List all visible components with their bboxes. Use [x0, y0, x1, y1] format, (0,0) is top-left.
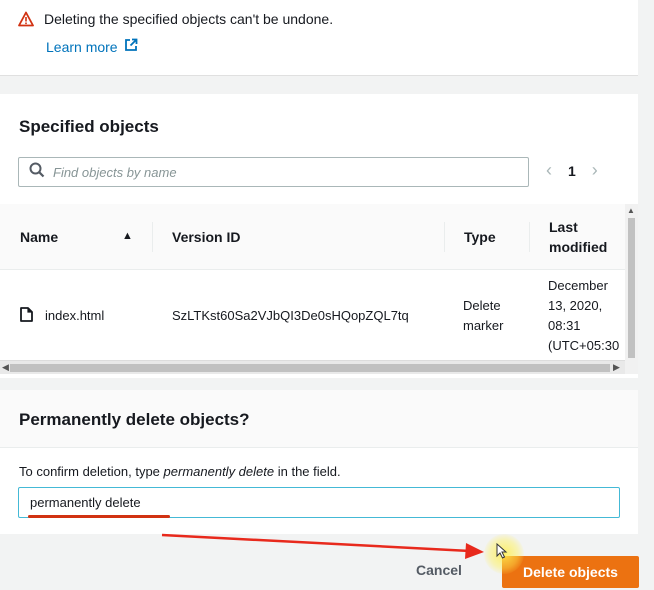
- warning-message: Deleting the specified objects can't be …: [44, 11, 334, 27]
- learn-more-link[interactable]: Learn more: [46, 38, 138, 55]
- specified-objects-panel: Specified objects ‹ 1 › Name ▲ Version I…: [0, 94, 638, 378]
- scroll-right-icon[interactable]: ▶: [613, 362, 620, 373]
- confirm-prefix: To confirm deletion, type: [19, 464, 164, 479]
- column-divider: [444, 222, 445, 252]
- column-header-type[interactable]: Type: [464, 204, 496, 270]
- learn-more-label: Learn more: [46, 38, 118, 55]
- object-modified-line-2: 13, 2020,: [548, 298, 603, 313]
- object-name[interactable]: index.html: [45, 306, 104, 326]
- column-divider: [529, 222, 530, 252]
- confirm-instructions: To confirm deletion, type permanently de…: [19, 464, 341, 479]
- page-number[interactable]: 1: [568, 163, 576, 179]
- table-header: Name ▲ Version ID Type Last modified: [0, 204, 625, 270]
- vertical-scrollbar[interactable]: ▲: [625, 204, 638, 374]
- permanent-delete-title: Permanently delete objects?: [19, 410, 250, 429]
- file-icon: [20, 307, 33, 327]
- search-input[interactable]: [53, 164, 493, 180]
- warning-alert: Deleting the specified objects can't be …: [0, 0, 638, 76]
- object-version-id: SzLTKst60Sa2VJbQI3De0sHQopZQL7tq: [172, 308, 409, 323]
- horizontal-scrollbar[interactable]: ◀ ▶: [0, 360, 625, 374]
- table-row[interactable]: index.html SzLTKst60Sa2VJbQI3De0sHQopZQL…: [0, 270, 625, 360]
- object-modified-line-4: (UTC+05:30: [548, 338, 620, 353]
- column-divider: [152, 222, 153, 252]
- confirm-keyword: permanently delete: [163, 464, 275, 479]
- objects-table: Name ▲ Version ID Type Last modified ind…: [0, 204, 638, 379]
- scroll-left-icon[interactable]: ◀: [2, 362, 9, 373]
- column-header-version-id[interactable]: Version ID: [172, 204, 240, 270]
- delete-objects-button[interactable]: Delete objects: [502, 556, 639, 588]
- sort-ascending-icon[interactable]: ▲: [122, 230, 133, 242]
- confirm-delete-input[interactable]: [18, 487, 620, 518]
- confirm-suffix: in the field.: [274, 464, 341, 479]
- vertical-scroll-thumb[interactable]: [628, 218, 635, 358]
- footer-actions: Cancel Delete objects: [0, 540, 654, 590]
- object-modified-line-1: December: [548, 278, 608, 293]
- permanent-delete-panel: Permanently delete objects? To confirm d…: [0, 390, 638, 534]
- column-header-name[interactable]: Name: [20, 204, 58, 270]
- object-type-line-1: Delete: [463, 298, 501, 313]
- previous-page-icon[interactable]: ‹: [546, 160, 552, 181]
- scroll-up-icon[interactable]: ▲: [627, 206, 635, 215]
- object-type-line-2: marker: [463, 318, 504, 333]
- pagination: ‹ 1 ›: [546, 160, 598, 181]
- specified-objects-title: Specified objects: [19, 117, 159, 136]
- permanent-delete-header: Permanently delete objects?: [0, 390, 638, 448]
- search-icon: [29, 162, 45, 183]
- mouse-cursor-icon: [496, 542, 508, 564]
- column-header-last-modified[interactable]: Last modified: [549, 204, 619, 270]
- warning-row: Deleting the specified objects can't be …: [18, 11, 333, 27]
- cancel-button[interactable]: Cancel: [416, 562, 462, 578]
- annotation-underline: [28, 515, 170, 518]
- search-field[interactable]: [18, 157, 529, 187]
- next-page-icon[interactable]: ›: [592, 160, 598, 181]
- external-link-icon: [124, 38, 138, 55]
- horizontal-scroll-thumb[interactable]: [10, 364, 610, 372]
- object-modified-line-3: 08:31: [548, 318, 581, 333]
- warning-triangle-icon: [18, 11, 34, 27]
